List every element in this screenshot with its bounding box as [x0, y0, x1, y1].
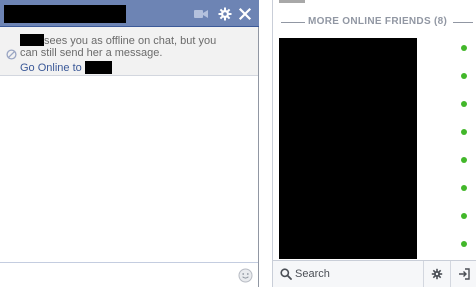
chat-header[interactable] [0, 0, 259, 27]
friend-list-item[interactable] [273, 34, 476, 62]
online-status-icon [461, 129, 467, 135]
search-input[interactable]: Search [273, 261, 423, 287]
notice-text-1: sees you as offline on chat, but you [44, 35, 217, 47]
online-status-icon [461, 241, 467, 247]
online-status-icon [461, 101, 467, 107]
online-status-icon [461, 45, 467, 51]
notice-line-2: can still send her a message. [20, 47, 163, 59]
go-online-link[interactable]: Go Online to [20, 61, 112, 75]
chat-message-area [0, 76, 258, 262]
offline-icon [6, 49, 17, 60]
video-call-icon[interactable] [193, 6, 209, 22]
section-header: MORE ONLINE FRIENDS (8) [277, 15, 473, 29]
popout-button[interactable] [451, 261, 476, 287]
friend-list-item[interactable] [273, 90, 476, 118]
gear-icon [431, 268, 443, 280]
offline-notice: sees you as offline on chat, but you can… [0, 27, 258, 76]
chat-recipient-name-redacted[interactable] [4, 5, 126, 23]
friend-list-item[interactable] [273, 118, 476, 146]
more-online-friends-title: MORE ONLINE FRIENDS (8) [308, 16, 448, 27]
friend-list-item[interactable] [273, 174, 476, 202]
go-online-name-redacted[interactable] [84, 61, 112, 74]
go-online-label[interactable]: Go Online to [20, 62, 82, 74]
divider [281, 22, 305, 23]
chat-message-input[interactable] [2, 265, 234, 286]
online-status-icon [461, 157, 467, 163]
close-icon[interactable] [237, 6, 253, 22]
emoticon-icon[interactable] [238, 268, 253, 283]
notice-line-1: sees you as offline on chat, but you [20, 34, 216, 47]
sidebar-footer: Search [273, 260, 476, 287]
gutter [259, 0, 272, 287]
search-icon [280, 268, 292, 280]
chat-sidebar: MORE ONLINE FRIENDS (8) Search [272, 0, 476, 287]
recipient-name-redacted [20, 34, 44, 46]
friend-list-item[interactable] [273, 230, 476, 258]
chat-input-area[interactable] [0, 262, 258, 287]
gear-icon[interactable] [217, 6, 233, 22]
chat-screen: sees you as offline on chat, but you can… [0, 0, 476, 287]
friend-list-item[interactable] [273, 202, 476, 230]
divider [453, 22, 473, 23]
online-status-icon [461, 73, 467, 79]
online-friends-list [273, 36, 476, 260]
friend-list-item[interactable] [273, 62, 476, 90]
options-button[interactable] [424, 261, 450, 287]
friend-list-item[interactable] [273, 146, 476, 174]
online-status-icon [461, 213, 467, 219]
online-status-icon [461, 185, 467, 191]
popout-icon [459, 268, 470, 280]
search-label: Search [295, 268, 330, 280]
avatar[interactable] [279, 0, 305, 3]
chat-window: sees you as offline on chat, but you can… [0, 0, 259, 287]
